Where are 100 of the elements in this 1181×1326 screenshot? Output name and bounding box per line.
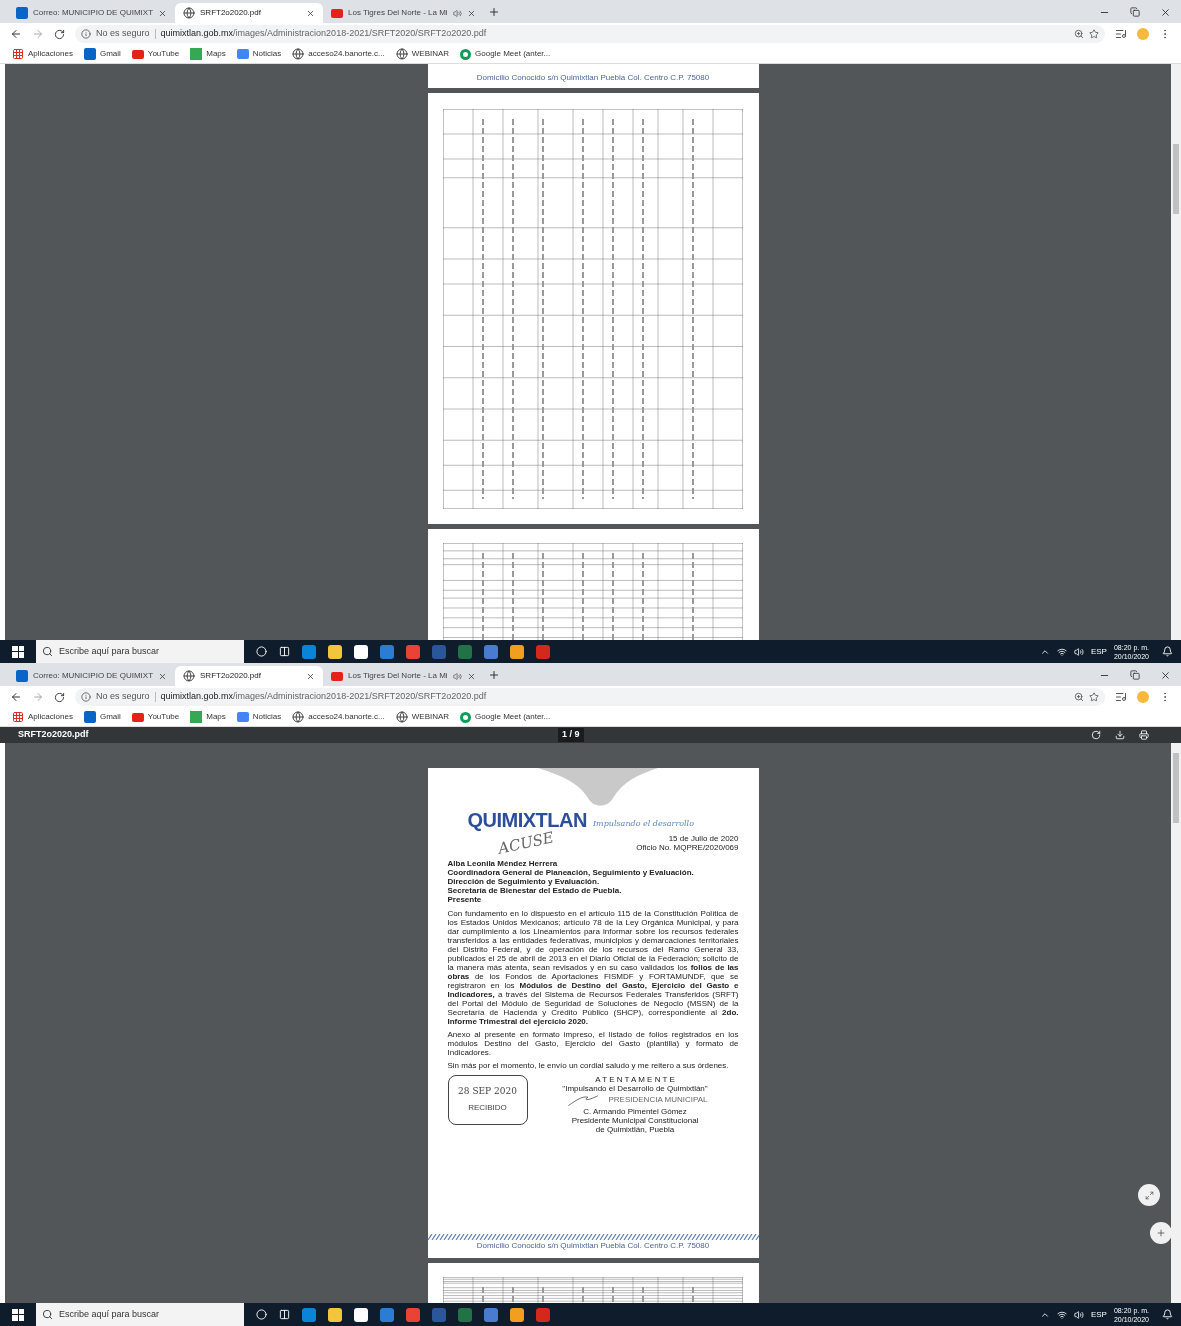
task-view-icon[interactable] (279, 1309, 290, 1320)
fit-page-button[interactable] (1138, 1184, 1160, 1206)
taskbar-app-icon[interactable] (328, 1307, 342, 1322)
taskbar-app-icon[interactable] (510, 1307, 524, 1322)
bookmark-link[interactable]: YouTube (131, 48, 180, 60)
back-icon[interactable] (10, 691, 22, 703)
signer-line: de Quimixtlán, Puebla (595, 1124, 675, 1134)
bookmark-link[interactable]: Gmail (83, 711, 121, 723)
restore-icon[interactable] (1130, 7, 1140, 17)
reload-icon[interactable] (54, 28, 65, 40)
bookmark-star-icon[interactable] (1089, 692, 1099, 702)
zoom-icon[interactable] (1074, 29, 1084, 39)
fit-icon (1144, 1190, 1154, 1200)
cortana-icon[interactable] (256, 1309, 267, 1320)
bookmark-link[interactable]: Aplicaciones (12, 48, 73, 60)
new-tab-icon[interactable] (487, 669, 500, 681)
close-icon[interactable] (306, 671, 315, 681)
page-footer-text: Domicilio Conocido s/n Quimixtlan Puebla Col. Centro C.P. 75080 (476, 1240, 710, 1252)
scrollbar[interactable] (1171, 743, 1181, 1303)
volume-icon[interactable] (1073, 646, 1084, 657)
map-icon (190, 48, 203, 60)
browser-tab[interactable]: SRFT2o2020.pdf (175, 666, 323, 686)
bookmark-link[interactable]: acceso24.banorte.c... (292, 711, 385, 723)
motto-text: "Impulsando el Desarrollo de Quimixtlán" (562, 1083, 708, 1093)
info-icon (81, 692, 91, 702)
task-view-icon[interactable] (279, 646, 290, 657)
zoom-icon[interactable] (1074, 692, 1084, 702)
browser-tab[interactable]: Correo: MUNICIPIO DE QUIMIXT (8, 666, 175, 686)
globe-icon (183, 670, 195, 682)
plus-icon (1156, 1228, 1166, 1238)
language-indicator[interactable]: ESP (1090, 645, 1107, 658)
bookmark-link[interactable]: acceso24.banorte.c... (292, 48, 385, 60)
seal-text: PRESIDENCIA MUNICIPAL (608, 1095, 708, 1104)
taskbar-search-field[interactable]: Escribe aquí para buscar (36, 640, 244, 663)
back-icon[interactable] (10, 28, 22, 40)
print-icon[interactable] (1139, 730, 1149, 740)
search-icon (42, 646, 53, 657)
address-bar[interactable]: No es seguro quimixtlan.gob.mx/images/Administracion2018-2021/SRFT2020/SRFT2o2020.pdf (75, 688, 1105, 706)
notification-icon[interactable] (1162, 646, 1173, 657)
taskbar-search-field[interactable]: Escribe aquí para buscar (36, 1303, 244, 1326)
close-icon[interactable] (158, 8, 167, 18)
network-icon[interactable] (1056, 1309, 1067, 1320)
addressee-line: Alba Leonila Méndez Herrera (447, 858, 559, 868)
bookmark-link[interactable]: YouTube (131, 711, 180, 723)
browser-tab[interactable]: Los Tigres Del Norte - La Mi (323, 666, 484, 686)
mail-icon (16, 670, 28, 682)
bookmark-link[interactable]: Google Meet (anter... (460, 48, 551, 60)
page-footer-text: Domicilio Conocido s/n Quimixtlan Puebla Col. Centro C.P. 75080 (476, 72, 710, 84)
media-icon[interactable] (1115, 28, 1127, 40)
media-icon[interactable] (1115, 691, 1127, 703)
close-icon[interactable] (306, 8, 315, 18)
globe-icon (395, 711, 408, 723)
closing-text: A T E N T A M E N T E (595, 1074, 675, 1084)
addressee-line: Presente (447, 894, 483, 904)
globe-icon (183, 7, 195, 19)
new-tab-icon[interactable] (487, 6, 500, 18)
language-indicator[interactable]: ESP (1090, 1308, 1107, 1321)
tab-title: SRFT2o2020.pdf (200, 670, 262, 682)
taskbar-app-icon[interactable] (328, 644, 342, 659)
tab-title: Los Tigres Del Norte - La Mi (348, 670, 448, 682)
windows-logo-icon[interactable] (12, 645, 24, 658)
bookmark-link[interactable]: Maps (190, 48, 226, 60)
cortana-icon[interactable] (256, 646, 267, 657)
download-icon[interactable] (1115, 730, 1125, 740)
taskbar-app-icon[interactable] (354, 1307, 368, 1322)
bookmark-link[interactable]: Gmail (83, 48, 121, 60)
signer-line: C. Armando Pimentel Gómez (583, 1106, 687, 1116)
scrollbar[interactable] (1171, 64, 1181, 640)
browser-tab[interactable]: Correo: MUNICIPIO DE QUIMIXT (8, 3, 175, 23)
bookmark-link[interactable]: WEBINAR (395, 711, 450, 723)
browser-tab[interactable]: SRFT2o2020.pdf (175, 3, 323, 23)
bookmark-link[interactable]: Google Meet (anter... (460, 711, 551, 723)
mail-icon (83, 711, 96, 723)
taskbar-app-icon[interactable] (354, 644, 368, 659)
close-icon[interactable] (1160, 7, 1171, 18)
rotate-icon[interactable] (1091, 730, 1101, 740)
addressee-line: Secretaría de Bienestar del Estado de Puebla. (447, 885, 623, 895)
close-icon[interactable] (158, 671, 167, 681)
bookmark-link[interactable]: Maps (190, 711, 226, 723)
address-bar[interactable]: No es seguro quimixtlan.gob.mx/images/Administracion2018-2021/SRFT2020/SRFT2o2020.pdf (75, 25, 1105, 43)
bookmark-star-icon[interactable] (1089, 29, 1099, 39)
close-icon[interactable] (466, 8, 476, 18)
bookmark-link[interactable]: WEBINAR (395, 48, 450, 60)
windows-logo-icon[interactable] (12, 1308, 24, 1321)
apps-grid-icon (12, 711, 24, 723)
volume-icon[interactable] (1073, 1309, 1084, 1320)
close-icon[interactable] (1160, 670, 1171, 681)
browser-tab[interactable]: Los Tigres Del Norte - La Mi (323, 3, 484, 23)
network-icon[interactable] (1056, 646, 1067, 657)
notification-icon[interactable] (1162, 1309, 1173, 1320)
globe-icon (292, 711, 305, 723)
close-icon[interactable] (466, 671, 476, 681)
page-indicator: 1 / 9 (558, 728, 584, 742)
bookmark-link[interactable]: Noticias (236, 48, 282, 60)
reload-icon[interactable] (54, 691, 65, 703)
restore-icon[interactable] (1130, 670, 1140, 680)
bookmark-link[interactable]: Noticias (236, 711, 282, 723)
taskbar-app-icon[interactable] (510, 644, 524, 659)
bookmark-link[interactable]: Aplicaciones (12, 711, 73, 723)
zoom-in-button[interactable] (1150, 1222, 1172, 1244)
